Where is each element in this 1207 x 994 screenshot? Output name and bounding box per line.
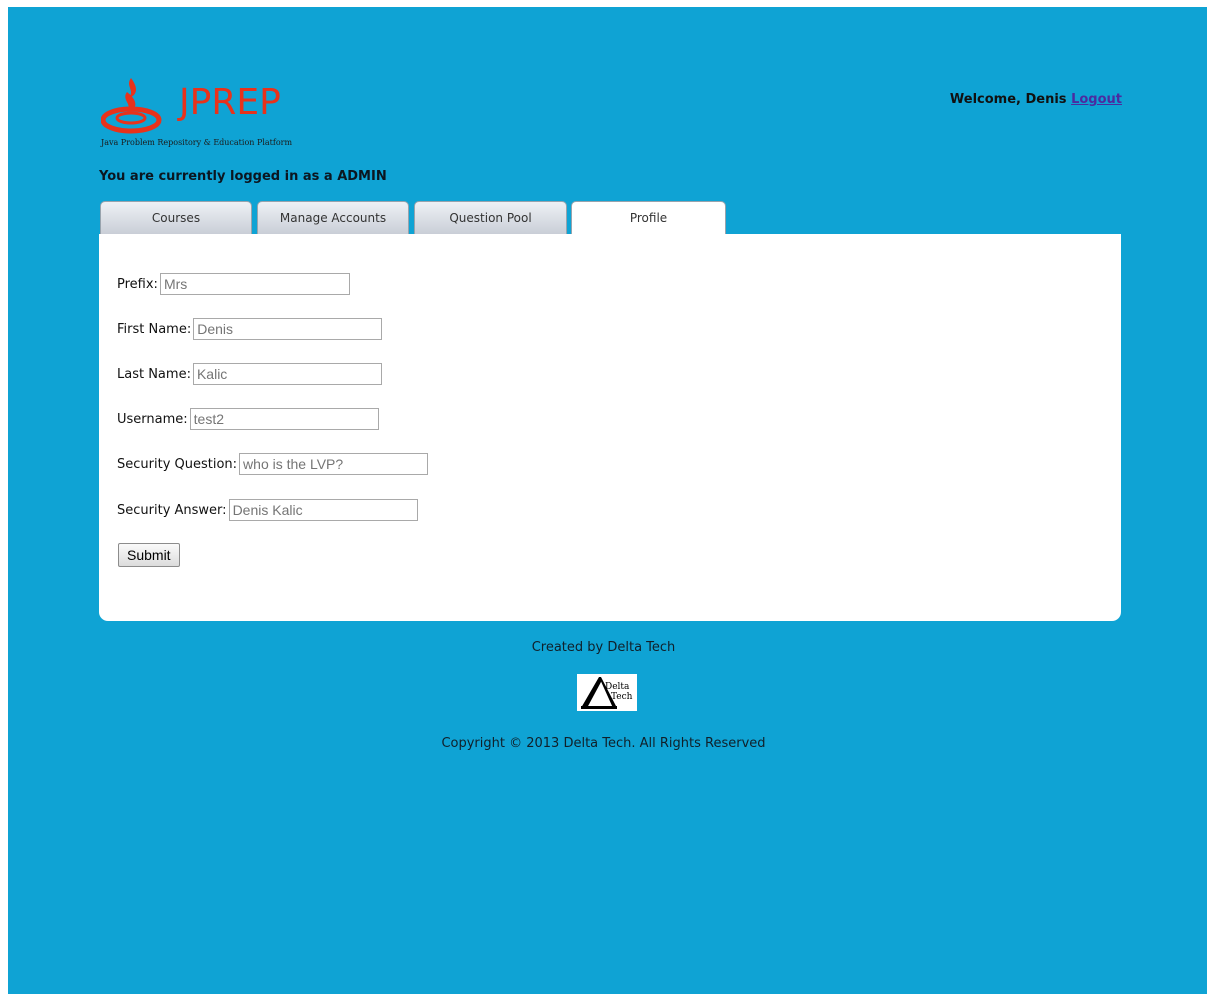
delta-tech-logo: Delta Tech	[577, 674, 637, 711]
profile-panel: Prefix: First Name: Last Name: Username:…	[99, 234, 1121, 621]
last-name-row: Last Name:	[117, 362, 382, 386]
username-input[interactable]	[189, 408, 379, 430]
logout-link[interactable]: Logout	[1071, 92, 1122, 107]
copyright-text: Copyright © 2013 Delta Tech. All Rights …	[441, 736, 766, 751]
logo-wordmark: JPREP	[177, 82, 281, 123]
security-answer-label: Security Answer:	[117, 502, 227, 518]
first-name-row: First Name:	[117, 317, 383, 341]
first-name-label: First Name:	[117, 321, 192, 337]
tab-profile[interactable]: Profile	[571, 201, 726, 235]
welcome-bar: Welcome, Denis Logout	[950, 92, 1122, 107]
delta-logo-line1: Delta	[605, 682, 630, 692]
submit-button[interactable]: Submit	[118, 543, 180, 567]
tab-manage-accounts[interactable]: Manage Accounts	[257, 201, 409, 234]
first-name-input[interactable]	[193, 318, 383, 340]
security-question-row: Security Question:	[117, 452, 429, 476]
security-answer-row: Security Answer:	[117, 498, 418, 522]
created-by-text: Created by Delta Tech	[531, 640, 676, 655]
last-name-input[interactable]	[192, 363, 382, 385]
prefix-label: Prefix:	[117, 276, 158, 292]
login-status: You are currently logged in as a ADMIN	[99, 169, 387, 184]
security-question-input[interactable]	[239, 453, 429, 475]
flame-ring-icon	[101, 78, 162, 134]
prefix-input[interactable]	[159, 273, 350, 295]
last-name-label: Last Name:	[117, 366, 191, 382]
prefix-row: Prefix:	[117, 272, 350, 296]
delta-logo-line2: Tech	[611, 692, 633, 702]
logo-tagline: Java Problem Repository & Education Plat…	[101, 138, 293, 147]
tab-courses[interactable]: Courses	[100, 201, 252, 234]
tab-question-pool[interactable]: Question Pool	[414, 201, 567, 234]
welcome-text: Welcome, Denis	[949, 92, 1067, 107]
username-row: Username:	[117, 407, 379, 431]
security-answer-input[interactable]	[228, 499, 418, 521]
security-question-label: Security Question:	[117, 456, 238, 472]
delta-triangle-icon	[581, 677, 601, 708]
username-label: Username:	[117, 411, 188, 427]
